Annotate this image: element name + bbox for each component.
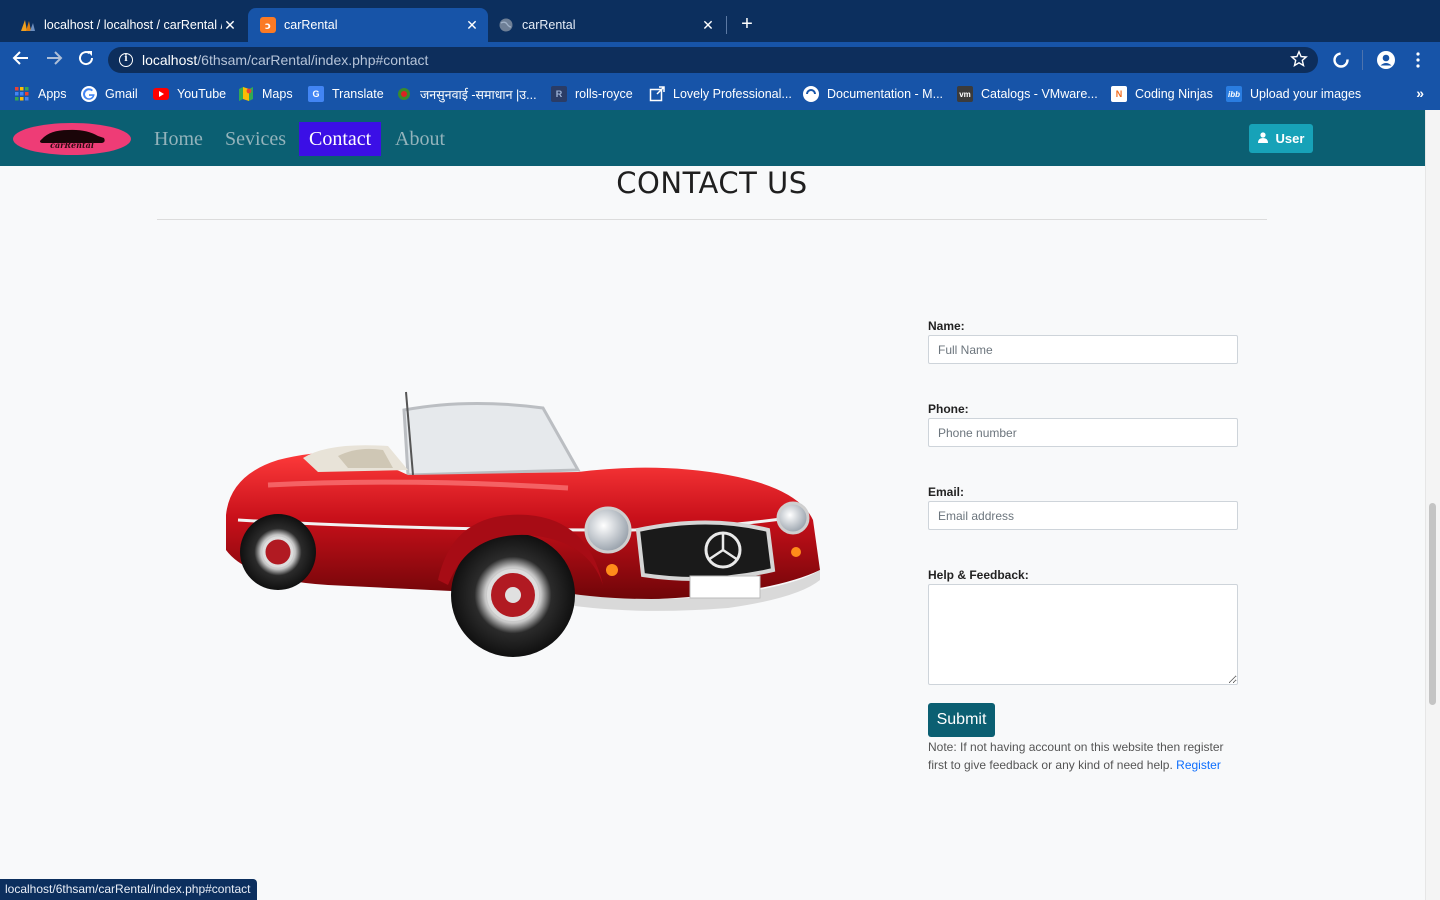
logo-text: carRental <box>50 140 94 150</box>
back-button[interactable] <box>10 49 32 71</box>
bookmark-label: rolls-royce <box>575 87 633 101</box>
new-tab-button[interactable]: + <box>736 14 758 36</box>
name-input[interactable] <box>928 335 1238 364</box>
bookmark-label: Gmail <box>105 87 138 101</box>
bookmark-label: Catalogs - VMware... <box>981 87 1098 101</box>
reload-button[interactable] <box>75 49 97 71</box>
info-icon[interactable]: i <box>119 53 133 67</box>
tab-separator <box>726 16 727 34</box>
close-icon[interactable]: ✕ <box>222 17 238 33</box>
nav-contact[interactable]: Contact <box>299 122 382 156</box>
bookmark-coding-ninjas[interactable]: N Coding Ninjas <box>1111 78 1213 110</box>
tab-title: localhost / localhost / carRental / <box>44 18 222 32</box>
bookmark-upload-images[interactable]: ibb Upload your images <box>1226 78 1361 110</box>
maps-icon <box>238 86 254 102</box>
register-link[interactable]: Register <box>1176 758 1221 772</box>
bookmark-rolls-royce[interactable]: R rolls-royce <box>551 78 633 110</box>
phone-label: Phone: <box>928 402 969 416</box>
page-scrollbar-thumb[interactable] <box>1429 503 1436 705</box>
user-button[interactable]: User <box>1249 124 1313 153</box>
heading-divider <box>157 219 1267 220</box>
phpmyadmin-icon <box>20 17 36 33</box>
feedback-textarea[interactable] <box>928 584 1238 685</box>
bookmarks-overflow-icon[interactable]: » <box>1416 85 1424 101</box>
google-icon <box>81 86 97 102</box>
xampp-icon: ↄ <box>260 17 276 33</box>
bookmark-apps[interactable]: Apps <box>14 78 67 110</box>
user-button-label: User <box>1275 131 1305 146</box>
bookmark-jansunwai[interactable]: जनसुनवाई -समाधान |उ... <box>396 78 537 110</box>
bookmark-label: YouTube <box>177 87 227 101</box>
bookmarks-bar: Apps Gmail YouTube Maps G Translate जनसु… <box>0 78 1440 110</box>
vmware-icon: vm <box>957 86 973 102</box>
bookmark-label: Coding Ninjas <box>1135 87 1213 101</box>
status-bar-url: localhost/6thsam/carRental/index.php#con… <box>0 879 258 900</box>
bookmark-label: Maps <box>262 87 293 101</box>
tab-phpmyadmin[interactable]: localhost / localhost / carRental / ✕ <box>12 8 244 42</box>
tab-carrental-active[interactable]: ↄ carRental ✕ <box>248 8 488 42</box>
tab-title: carRental <box>522 18 576 32</box>
feedback-label: Help & Feedback: <box>928 568 1029 582</box>
bookmark-youtube[interactable]: YouTube <box>153 78 226 110</box>
register-note: Note: If not having account on this webs… <box>928 738 1238 774</box>
email-input[interactable] <box>928 501 1238 530</box>
reload-icon <box>79 51 94 66</box>
forward-button[interactable] <box>43 49 65 71</box>
toolbar-separator <box>1362 50 1363 70</box>
red-convertible-car-image <box>208 380 828 670</box>
translate-icon: G <box>308 86 324 102</box>
rolls-royce-icon: R <box>551 86 567 102</box>
bookmark-translate[interactable]: G Translate <box>308 78 384 110</box>
coding-ninjas-icon: N <box>1111 86 1127 102</box>
tab-carrental[interactable]: carRental ✕ <box>490 8 722 42</box>
carrental-logo[interactable]: carRental <box>12 122 132 156</box>
bookmark-label: Lovely Professional... <box>673 87 792 101</box>
svg-text:ↄ: ↄ <box>265 21 271 32</box>
nav-about[interactable]: About <box>385 122 455 156</box>
youtube-icon <box>153 86 169 102</box>
bookmark-label: Documentation - M... <box>827 87 944 101</box>
bookmark-label: Apps <box>38 87 67 101</box>
page-title: CONTACT US <box>616 166 808 200</box>
submit-button[interactable]: Submit <box>928 703 995 737</box>
name-label: Name: <box>928 319 965 333</box>
url-host: localhost <box>142 52 198 68</box>
bookmark-lovely-professional[interactable]: Lovely Professional... <box>649 78 792 110</box>
tab-title: carRental <box>284 18 338 32</box>
nav-services[interactable]: Sevices <box>215 122 296 156</box>
bookmark-maps[interactable]: Maps <box>238 78 293 110</box>
nav-home[interactable]: Home <box>144 122 213 156</box>
bookmark-label: Translate <box>332 87 384 101</box>
globe-icon <box>498 17 514 33</box>
profile-avatar-icon[interactable] <box>1376 50 1396 70</box>
close-icon[interactable]: ✕ <box>700 17 716 33</box>
arrow-right-icon <box>47 51 63 65</box>
phone-input[interactable] <box>928 418 1238 447</box>
imgbb-icon: ibb <box>1226 86 1242 102</box>
url-path: /6thsam/carRental/index.php#contact <box>197 52 429 68</box>
browser-tab-strip: localhost / localhost / carRental / ✕ ↄ … <box>0 0 1440 42</box>
url-text: localhost/6thsam/carRental/index.php#con… <box>142 52 428 68</box>
emblem-icon <box>396 86 412 102</box>
bookmark-label: Upload your images <box>1250 87 1362 101</box>
menu-kebab-icon[interactable] <box>1408 50 1428 70</box>
docs-globe-icon <box>803 86 819 102</box>
bookmark-star-icon[interactable] <box>1290 50 1308 73</box>
close-icon[interactable]: ✕ <box>464 17 480 33</box>
bookmark-gmail[interactable]: Gmail <box>81 78 138 110</box>
bookmark-documentation[interactable]: Documentation - M... <box>803 78 943 110</box>
address-bar[interactable]: i localhost/6thsam/carRental/index.php#c… <box>108 47 1318 73</box>
bookmark-label: जनसुनवाई -समाधान |उ... <box>420 87 537 102</box>
user-icon <box>1257 131 1268 146</box>
arrow-left-icon <box>12 51 28 65</box>
external-link-icon <box>649 86 665 102</box>
bookmark-catalogs-vmware[interactable]: vm Catalogs - VMware... <box>957 78 1098 110</box>
site-navbar: carRental Home Sevices Contact About <box>0 110 1425 166</box>
email-label: Email: <box>928 485 965 499</box>
sync-extension-icon[interactable] <box>1331 50 1351 70</box>
apps-grid-icon <box>14 86 30 102</box>
